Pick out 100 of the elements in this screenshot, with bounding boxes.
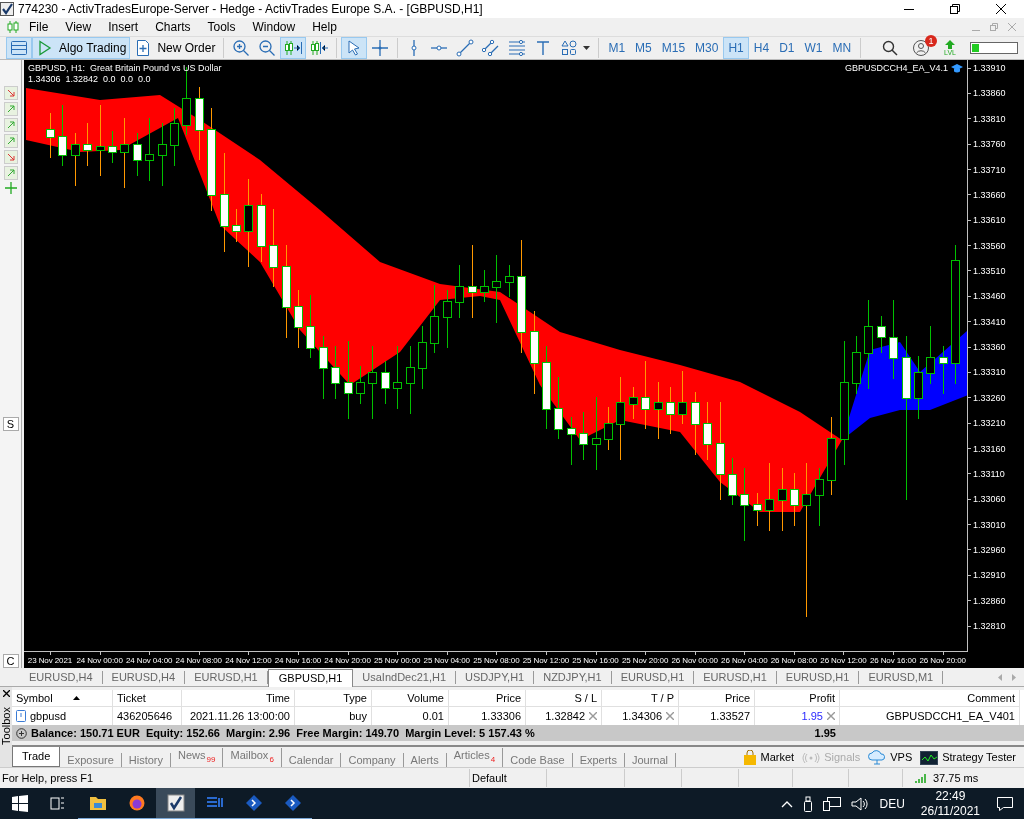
timeframe-button[interactable]: W1 — [799, 37, 828, 59]
menu-item[interactable]: View — [56, 20, 100, 34]
market-watch-button[interactable] — [6, 37, 32, 59]
menu-item[interactable]: File — [20, 20, 57, 34]
timeframe-button[interactable]: D1 — [774, 37, 800, 59]
table-cell-text: buy — [349, 708, 367, 724]
remove-icon[interactable] — [666, 712, 674, 720]
service-link[interactable]: Strategy Tester — [920, 748, 1016, 767]
candles-arrow-icon — [284, 39, 303, 57]
close-icon[interactable] — [996, 4, 1006, 14]
candlestick — [629, 387, 638, 419]
chart-symbol-title: GBPUSD, H1: Great Britain Pound vs US Dollar — [28, 63, 222, 73]
restore-icon[interactable] — [950, 4, 960, 14]
price-label: 1.33460 — [973, 290, 1006, 303]
candlestick — [381, 361, 390, 404]
arrow-down-icon[interactable] — [3, 86, 18, 100]
chart-tab[interactable]: EURUSD,H1 — [776, 671, 860, 684]
browser-icon[interactable] — [127, 794, 146, 812]
time-label: 26 Nov 16:00 — [868, 652, 918, 668]
clock-time[interactable]: 22:49 — [935, 789, 966, 804]
service-link[interactable]: VPS — [868, 748, 913, 767]
menu-item[interactable]: Tools — [198, 20, 244, 34]
candlestick — [778, 468, 787, 531]
timeframe-button[interactable]: M30 — [690, 37, 724, 59]
total-profit: 1.95 — [814, 727, 836, 739]
candlestick — [592, 397, 601, 470]
candlestick — [455, 265, 464, 318]
candlestick — [505, 265, 514, 297]
candlestick — [554, 377, 563, 439]
expand-icon[interactable] — [16, 727, 27, 739]
crosshair-icon — [371, 39, 390, 57]
menu-item[interactable]: Charts — [146, 20, 199, 34]
vertical-line-icon — [411, 39, 418, 57]
windows-logo-icon[interactable] — [10, 795, 29, 813]
time-label: 25 Nov 12:00 — [521, 652, 571, 668]
candlestick — [480, 270, 489, 302]
new-order-button[interactable]: New Order — [130, 37, 220, 59]
diamond-app-icon[interactable] — [244, 794, 263, 812]
menu-item[interactable]: Help — [303, 20, 345, 34]
remove-icon[interactable] — [827, 712, 835, 720]
folder-icon[interactable] — [88, 794, 107, 812]
arrow-down-icon[interactable] — [3, 150, 18, 164]
arrow-up-icon[interactable] — [3, 102, 18, 116]
timeframe-button[interactable]: H4 — [748, 37, 775, 59]
price-label: 1.33560 — [973, 239, 1006, 252]
price-label: 1.33710 — [973, 163, 1006, 176]
search-icon[interactable] — [882, 40, 899, 56]
remove-icon[interactable] — [589, 712, 597, 720]
timeframe-button[interactable]: M5 — [630, 37, 657, 59]
menu-item[interactable]: Window — [243, 20, 304, 34]
arrow-up-icon[interactable] — [3, 166, 18, 180]
signal-bars-icon — [915, 773, 927, 783]
checkmark-app-icon[interactable] — [166, 794, 185, 812]
candlestick — [269, 209, 278, 287]
notification-icon[interactable] — [996, 796, 1014, 812]
table-cell-text: 1.33306 — [481, 708, 521, 724]
price-label: 1.33410 — [973, 315, 1006, 328]
toolbox-tab[interactable]: Trade — [12, 747, 61, 767]
timeframe-button[interactable]: M15 — [656, 37, 691, 59]
chart-tab[interactable]: GBPUSD,H1 — [267, 669, 354, 687]
timeframe-button[interactable]: M1 — [603, 37, 631, 59]
chart-tab[interactable]: EURUSD,H1 — [611, 671, 695, 684]
candlestick — [641, 361, 650, 429]
arrow-up-icon[interactable] — [3, 134, 18, 148]
chart-tab[interactable]: EURUSD,H1 — [185, 671, 268, 684]
table-cell-text: 1.33527 — [710, 708, 750, 724]
menu-item[interactable]: Insert — [99, 20, 147, 34]
algo-trading-button[interactable]: Algo Trading — [32, 37, 131, 59]
table-cell-text: 1.32842 — [545, 708, 585, 724]
cloud-icon — [868, 750, 887, 765]
time-label: 26 Nov 04:00 — [719, 652, 770, 668]
arrow-up-icon[interactable] — [3, 118, 18, 132]
chevron-up-icon[interactable] — [781, 800, 794, 808]
diamond-app-icon[interactable] — [283, 794, 302, 812]
candlestick — [120, 118, 129, 188]
chart-tab[interactable]: EURUSD,H4 — [102, 671, 186, 684]
chart-tab[interactable]: USDJPY,H1 — [456, 671, 535, 684]
chart-tab[interactable]: NZDJPY,H1 — [534, 671, 612, 684]
speaker-icon[interactable] — [851, 796, 870, 812]
user-icon[interactable] — [912, 39, 931, 57]
chart-tab[interactable]: UsaIndDec21,H1 — [353, 671, 457, 684]
time-label: 23 Nov 2021 — [25, 652, 75, 668]
candlestick — [71, 133, 80, 186]
close-icon[interactable] — [2, 690, 10, 697]
autoscroll-button[interactable] — [280, 37, 307, 59]
usb-drive-icon[interactable] — [803, 796, 814, 812]
timeframe-button[interactable]: H1 — [723, 37, 749, 59]
panel-tab[interactable]: C — [2, 654, 19, 668]
language-indicator[interactable]: DEU — [879, 797, 905, 811]
network-icon[interactable] — [823, 796, 842, 812]
panel-tab[interactable]: S — [2, 417, 19, 431]
clock-date[interactable]: 26/11/2021 — [920, 804, 980, 819]
candlestick — [393, 346, 402, 409]
chart-tab[interactable]: EURUSD,M1 — [859, 671, 944, 684]
timeframe-button[interactable]: MN — [827, 37, 857, 59]
cursor-button[interactable] — [341, 37, 368, 59]
chart-tab[interactable]: EURUSD,H4 — [20, 671, 103, 684]
chart-tab[interactable]: EURUSD,H1 — [694, 671, 777, 684]
plus-icon[interactable] — [4, 182, 17, 194]
service-link[interactable]: Market — [742, 748, 795, 767]
